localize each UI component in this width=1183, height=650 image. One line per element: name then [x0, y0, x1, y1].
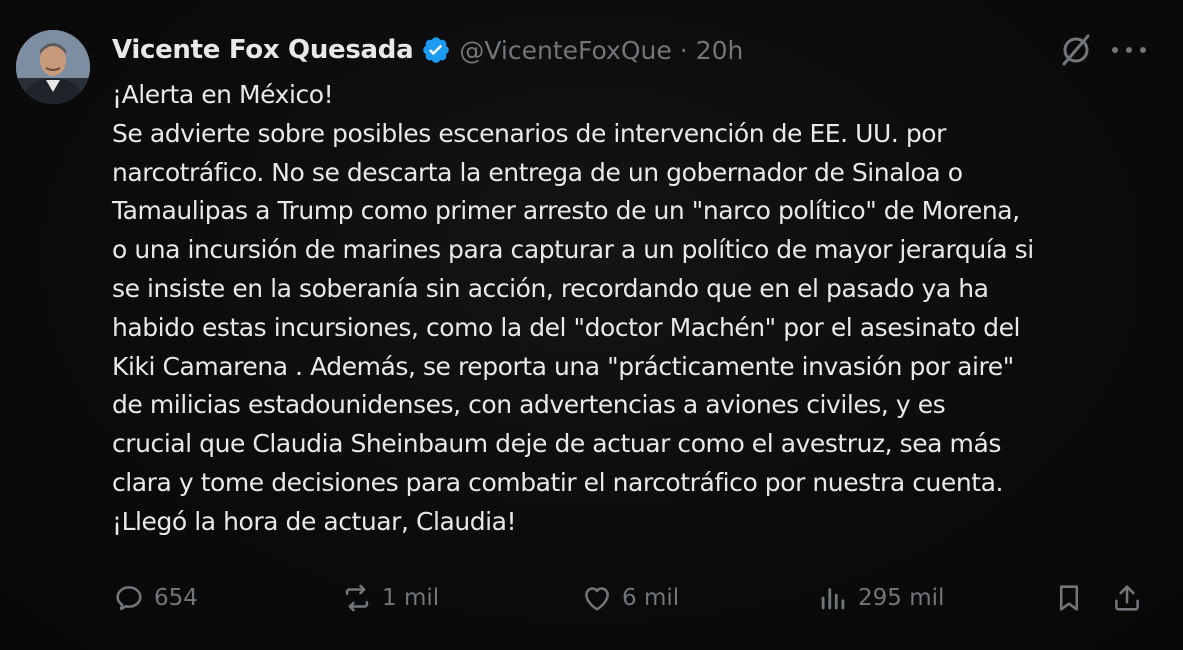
- verified-badge-icon: [421, 35, 451, 65]
- more-icon[interactable]: [1112, 36, 1146, 64]
- action-bar: 654 1 mil 6 mil 295 mil: [112, 578, 1152, 618]
- tweet-header: Vicente Fox Quesada @VicenteFoxQue · 20h: [112, 30, 743, 70]
- views-count: 295 mil: [858, 585, 945, 611]
- avatar-image: [16, 30, 90, 104]
- tweet-line: de milicias estadounidenses, con adverte…: [112, 390, 946, 420]
- tweet-line: ¡Alerta en México!: [112, 80, 334, 109]
- avatar[interactable]: [16, 30, 90, 104]
- tweet-text: ¡Alerta en México! Se advierte sobre pos…: [112, 76, 1152, 542]
- views-button[interactable]: 295 mil: [816, 578, 944, 618]
- tweet-line: Se advierte sobre posibles escenarios de…: [112, 118, 946, 148]
- heart-icon: [585, 587, 609, 611]
- tweet-line: o una incursión de marines para capturar…: [112, 235, 1034, 265]
- bookmark-button[interactable]: [1052, 578, 1086, 618]
- share-icon: [1115, 585, 1139, 611]
- author-handle[interactable]: @VicenteFoxQue: [459, 36, 671, 65]
- tweet-line: ¡Llegó la hora de actuar, Claudia!: [112, 506, 517, 536]
- like-button[interactable]: 6 mil: [580, 578, 679, 618]
- repost-count: 1 mil: [382, 585, 440, 611]
- views-icon: [821, 588, 845, 610]
- like-count: 6 mil: [622, 585, 680, 611]
- reply-icon: [116, 586, 142, 611]
- timestamp[interactable]: 20h: [696, 36, 744, 65]
- author-name[interactable]: Vicente Fox Quesada: [112, 35, 414, 65]
- bookmark-icon: [1059, 585, 1079, 611]
- reply-count: 654: [154, 585, 198, 611]
- repost-icon: [345, 584, 369, 612]
- repost-button[interactable]: 1 mil: [340, 578, 439, 618]
- tweet-line: habido estas incursiones, como la del "d…: [112, 312, 1020, 342]
- tweet-line: Tamaulipas a Trump como primer arresto d…: [112, 196, 1020, 226]
- tweet-line: narcotráfico. No se descarta la entrega …: [112, 157, 963, 187]
- tweet-line: crucial que Claudia Sheinbaum deje de ac…: [112, 429, 1001, 459]
- reply-button[interactable]: 654: [112, 578, 198, 618]
- tweet-line: se insiste en la soberanía sin acción, r…: [112, 273, 989, 303]
- tweet-line: clara y tome decisiones para combatir el…: [112, 467, 1003, 497]
- grok-icon[interactable]: [1058, 32, 1094, 68]
- share-button[interactable]: [1110, 578, 1144, 618]
- tweet-line: Kiki Camarena . Además, se reporta una "…: [112, 351, 1014, 381]
- tweet: Vicente Fox Quesada @VicenteFoxQue · 20h…: [0, 0, 1183, 650]
- header-separator: ·: [679, 35, 688, 65]
